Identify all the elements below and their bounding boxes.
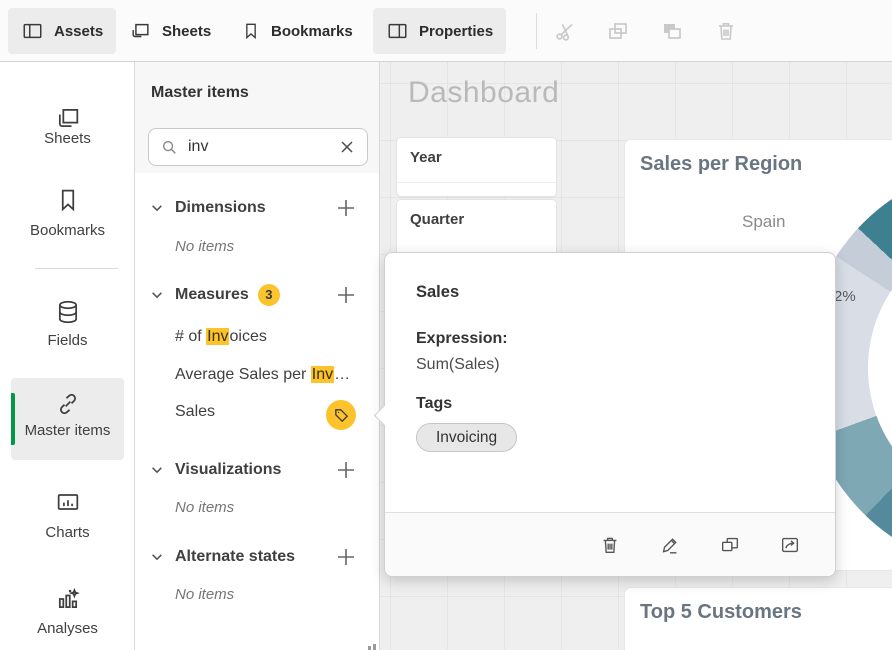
tab-sheets[interactable]: Sheets: [116, 8, 224, 54]
section-label: Measures: [175, 286, 249, 304]
measure-details-popup: Sales Expression: Sum(Sales) Tags Invoic…: [384, 252, 836, 577]
chart-box-icon: [54, 488, 82, 516]
cut-icon[interactable]: [553, 19, 577, 43]
chart-title: Top 5 Customers: [640, 601, 802, 624]
section-visualizations[interactable]: Visualizations: [150, 457, 357, 483]
sidebar-item-label: Master items: [11, 422, 124, 439]
tab-label: Assets: [54, 23, 103, 40]
tag-chip: Invoicing: [416, 423, 517, 452]
measure-item[interactable]: # of Invoices: [175, 328, 267, 346]
filter-label: Year: [410, 149, 442, 166]
tab-bookmarks[interactable]: Bookmarks: [228, 8, 366, 54]
sidebar-item-label: Bookmarks: [0, 222, 135, 239]
search-match-highlight: Inv: [311, 366, 334, 383]
item-text: …: [334, 366, 350, 383]
paste-icon[interactable]: [660, 19, 684, 43]
add-measure-button[interactable]: [335, 284, 357, 306]
tab-label: Sheets: [162, 23, 211, 40]
section-measures[interactable]: Measures 3: [150, 282, 357, 308]
item-text: Sales: [175, 403, 215, 420]
panel-right-icon: [386, 20, 409, 42]
tags-label: Tags: [416, 395, 452, 413]
popup-title: Sales: [416, 283, 459, 302]
section-dimensions[interactable]: Dimensions: [150, 195, 357, 221]
item-text: Average Sales per: [175, 366, 311, 383]
toolbar-divider: [536, 13, 537, 49]
measures-count-badge: 3: [258, 284, 280, 306]
chevron-down-icon: [150, 201, 164, 215]
search-box: [148, 128, 368, 166]
add-dimension-button[interactable]: [335, 197, 357, 219]
duplicate-icon[interactable]: [719, 534, 741, 556]
analyses-icon: [54, 585, 82, 613]
measure-item[interactable]: Average Sales per Inv…: [175, 366, 350, 384]
clear-search-icon[interactable]: [339, 139, 355, 155]
add-alternate-state-button[interactable]: [335, 546, 357, 568]
chevron-down-icon: [150, 288, 164, 302]
panel-left-icon: [21, 20, 44, 42]
tab-label: Bookmarks: [271, 23, 353, 40]
sidebar-item-label: Charts: [0, 524, 135, 541]
tab-properties[interactable]: Properties: [373, 8, 506, 54]
section-alternate-states[interactable]: Alternate states: [150, 544, 357, 570]
master-items-panel: Master items Dimensions No items: [135, 62, 380, 650]
item-text: # of: [175, 328, 206, 345]
filter-quarter[interactable]: Quarter: [397, 200, 556, 256]
expression-label: Expression:: [416, 330, 508, 348]
filter-year[interactable]: Year: [397, 138, 556, 196]
tag-icon[interactable]: [326, 400, 356, 430]
left-sidebar: Sheets Bookmarks Fields Master items: [0, 62, 135, 650]
chart-title: Sales per Region: [640, 153, 802, 176]
dimensions-empty-text: No items: [175, 238, 234, 255]
sidebar-item-label: Sheets: [0, 130, 135, 147]
tab-assets[interactable]: Assets: [8, 8, 116, 54]
donut-segment-label: Spain: [742, 212, 785, 232]
section-label: Visualizations: [175, 461, 281, 479]
bookmark-icon: [241, 20, 261, 42]
sidebar-item-master-items[interactable]: Master items: [11, 378, 124, 460]
preview-icon[interactable]: [779, 534, 801, 556]
chevron-down-icon: [150, 550, 164, 564]
link-icon: [54, 390, 82, 418]
top-5-customers-chart[interactable]: Top 5 Customers: [625, 588, 892, 650]
sidebar-item-label: Analyses: [0, 620, 135, 637]
add-visualization-button[interactable]: [335, 459, 357, 481]
search-icon: [161, 139, 178, 156]
popup-footer: [385, 512, 835, 576]
bookmark-icon: [54, 186, 82, 214]
sidebar-item-label: Fields: [0, 332, 135, 349]
search-input[interactable]: [188, 138, 329, 156]
donut-value-label: 2%: [834, 288, 856, 305]
section-label: Dimensions: [175, 199, 266, 217]
panel-title: Master items: [151, 84, 249, 102]
database-icon: [54, 298, 82, 326]
app-window: Assets Sheets Bookmarks Properties: [0, 0, 892, 650]
filter-divider: [397, 182, 556, 183]
delete-icon[interactable]: [714, 19, 738, 43]
alternate-states-empty-text: No items: [175, 586, 234, 603]
sheet-title: Dashboard: [408, 76, 559, 110]
top-toolbar: Assets Sheets Bookmarks Properties: [0, 0, 892, 62]
sheet-icon: [54, 104, 82, 132]
search-match-highlight: Inv: [206, 328, 229, 345]
visualizations-empty-text: No items: [175, 499, 234, 516]
sheet-icon: [129, 20, 152, 42]
tab-label: Properties: [419, 23, 493, 40]
edit-icon[interactable]: [659, 534, 681, 556]
measure-item-sales[interactable]: Sales: [175, 403, 215, 421]
delete-icon[interactable]: [599, 534, 621, 556]
sidebar-divider: [35, 268, 118, 269]
item-text: oices: [229, 328, 266, 345]
section-label: Alternate states: [175, 548, 295, 566]
filter-label: Quarter: [410, 211, 464, 228]
partially-visible-icon: [368, 644, 380, 650]
chevron-down-icon: [150, 463, 164, 477]
copy-icon[interactable]: [606, 19, 630, 43]
expression-value: Sum(Sales): [416, 356, 500, 374]
